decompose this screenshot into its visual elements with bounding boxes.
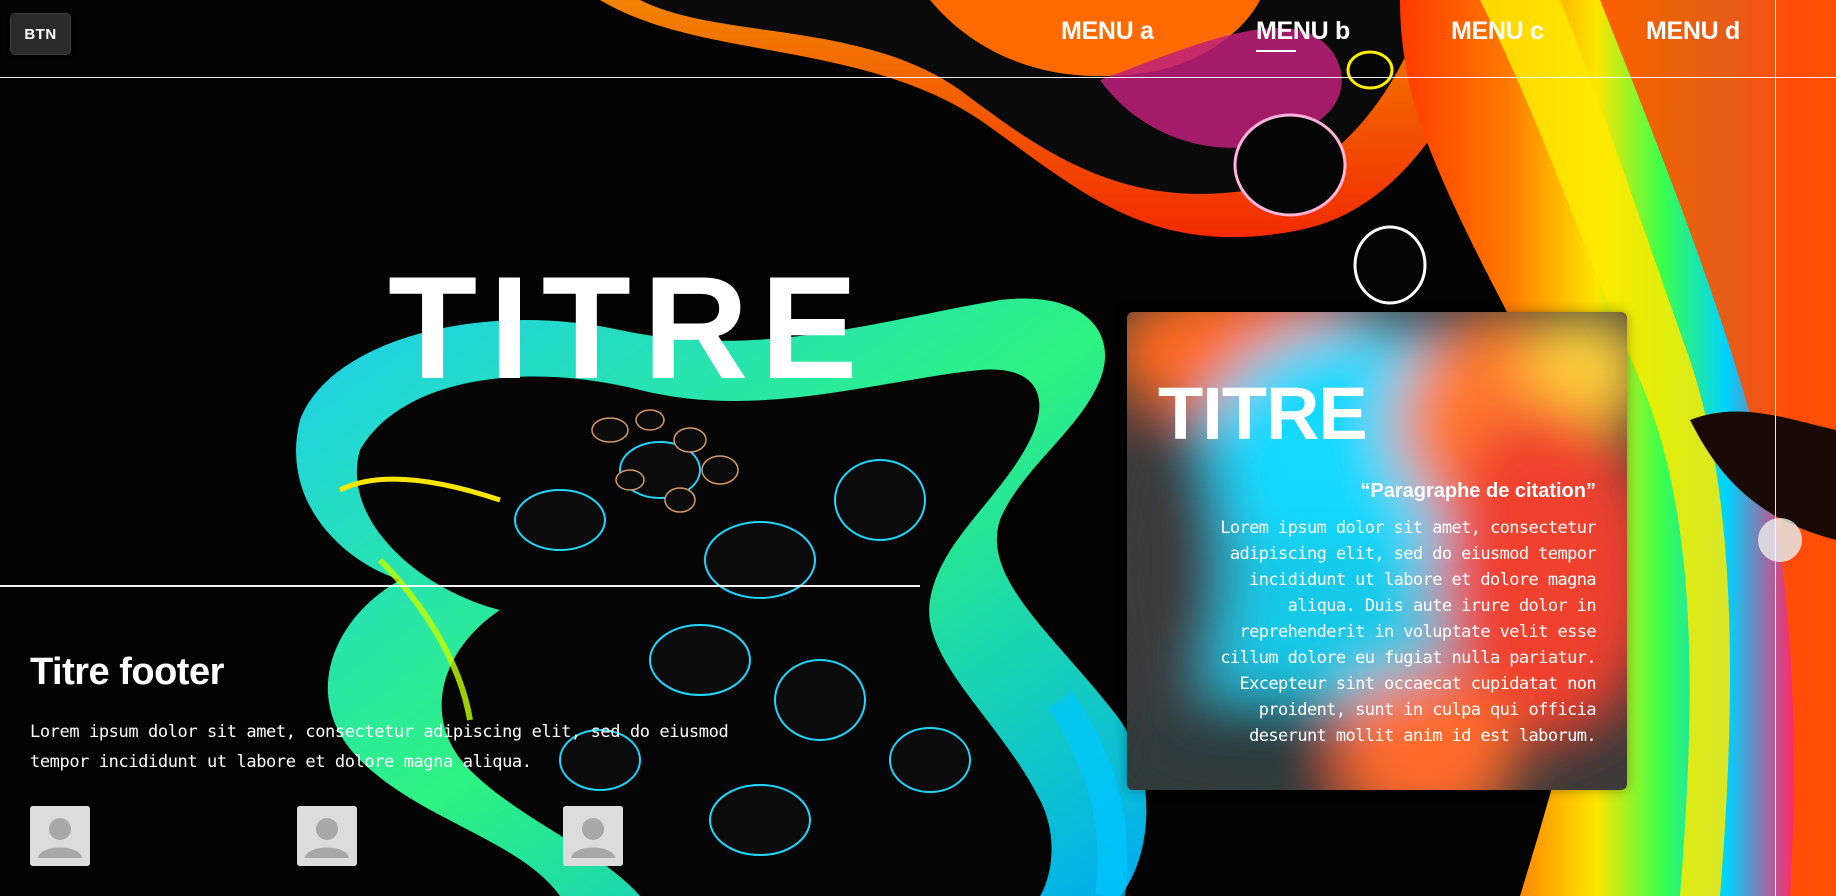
hero-title: TITRE — [388, 246, 870, 409]
card-title: TITRE — [1158, 372, 1368, 455]
header-button[interactable]: BTN — [10, 13, 71, 55]
menu-item-c[interactable]: MENU c — [1451, 14, 1544, 48]
quote-card: TITRE “Paragraphe de citation” Lorem ips… — [1127, 312, 1627, 790]
right-vertical-divider — [1775, 0, 1776, 896]
card-quote: “Paragraphe de citation” — [1360, 480, 1596, 502]
footer-title: Titre footer — [30, 651, 224, 693]
header-divider — [0, 77, 1836, 78]
menu-item-b[interactable]: MENU b — [1256, 14, 1350, 52]
card-paragraph: Lorem ipsum dolor sit amet, consectetur … — [1220, 518, 1596, 746]
menu-item-a[interactable]: MENU a — [1061, 14, 1154, 48]
user-avatar-icon[interactable] — [30, 806, 90, 866]
menu-item-d[interactable]: MENU d — [1646, 14, 1740, 48]
user-avatar-icon[interactable] — [563, 806, 623, 866]
user-avatar-icon[interactable] — [297, 806, 357, 866]
footer-paragraph: Lorem ipsum dolor sit amet, consectetur … — [30, 722, 729, 772]
section-divider — [0, 585, 920, 587]
